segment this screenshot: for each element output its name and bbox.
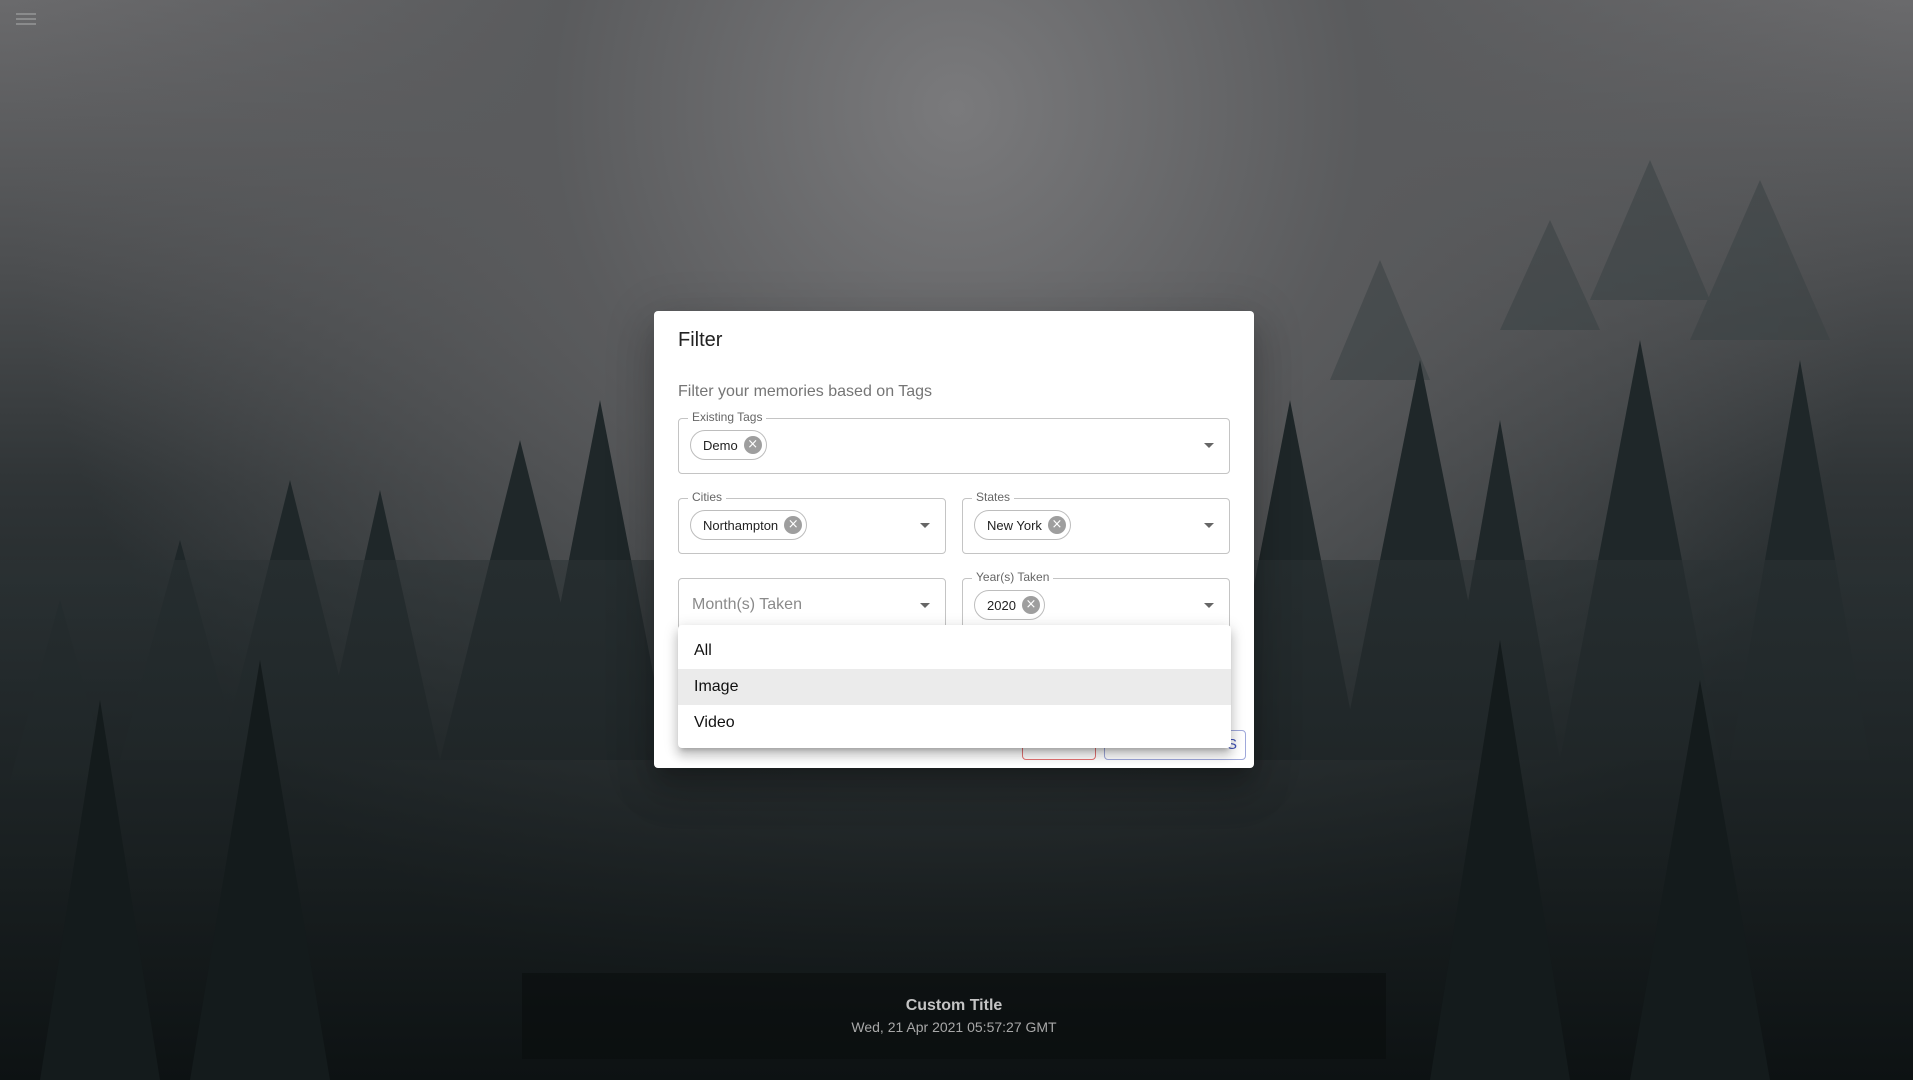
months-placeholder: Month(s) Taken (692, 596, 802, 613)
dropdown-option-all[interactable]: All (678, 633, 1231, 669)
menu-icon-bar (16, 23, 36, 25)
cities-select[interactable]: Cities Northampton × (678, 490, 946, 554)
states-label: States (972, 490, 1015, 504)
dropdown-option-image[interactable]: Image (678, 669, 1231, 705)
cancel-circle-icon[interactable]: × (743, 436, 762, 454)
state-chip-new-york: New York × (974, 510, 1071, 540)
caption-title: Custom Title (905, 997, 1003, 1014)
cancel-circle-icon[interactable]: × (1047, 516, 1066, 534)
existing-tags-select[interactable]: Existing Tags Demo × (678, 410, 1230, 474)
existing-tags-label: Existing Tags (688, 410, 767, 424)
hamburger-menu-icon[interactable] (16, 10, 36, 26)
arrow-drop-down-icon[interactable] (920, 603, 930, 608)
arrow-drop-down-icon[interactable] (1204, 603, 1214, 608)
year-chip-2020: 2020 × (974, 590, 1045, 620)
chip-label: New York (987, 517, 1042, 533)
photo-caption: Custom Title Wed, 21 Apr 2021 05:57:27 G… (522, 973, 1386, 1059)
menu-icon-bar (16, 13, 36, 15)
cancel-circle-icon[interactable]: × (784, 516, 803, 534)
chip-label: 2020 (987, 597, 1016, 613)
dialog-title: Filter (678, 329, 723, 351)
type-dropdown-menu: All Image Video (678, 625, 1231, 748)
city-chip-northampton: Northampton × (690, 510, 808, 540)
menu-icon-bar (16, 18, 36, 20)
states-select[interactable]: States New York × (962, 490, 1230, 554)
chip-label: Northampton (703, 517, 779, 533)
dropdown-option-video[interactable]: Video (678, 705, 1231, 741)
arrow-drop-down-icon[interactable] (1204, 443, 1214, 448)
cancel-circle-icon[interactable]: × (1021, 596, 1040, 614)
chip-label: Demo (703, 437, 738, 453)
arrow-drop-down-icon[interactable] (920, 523, 930, 528)
arrow-drop-down-icon[interactable] (1204, 523, 1214, 528)
dialog-description: Filter your memories based on Tags (678, 383, 933, 400)
cities-label: Cities (688, 490, 727, 504)
caption-date: Wed, 21 Apr 2021 05:57:27 GMT (851, 1019, 1057, 1035)
tag-chip-demo: Demo × (690, 430, 767, 460)
years-label: Year(s) Taken (972, 570, 1054, 584)
